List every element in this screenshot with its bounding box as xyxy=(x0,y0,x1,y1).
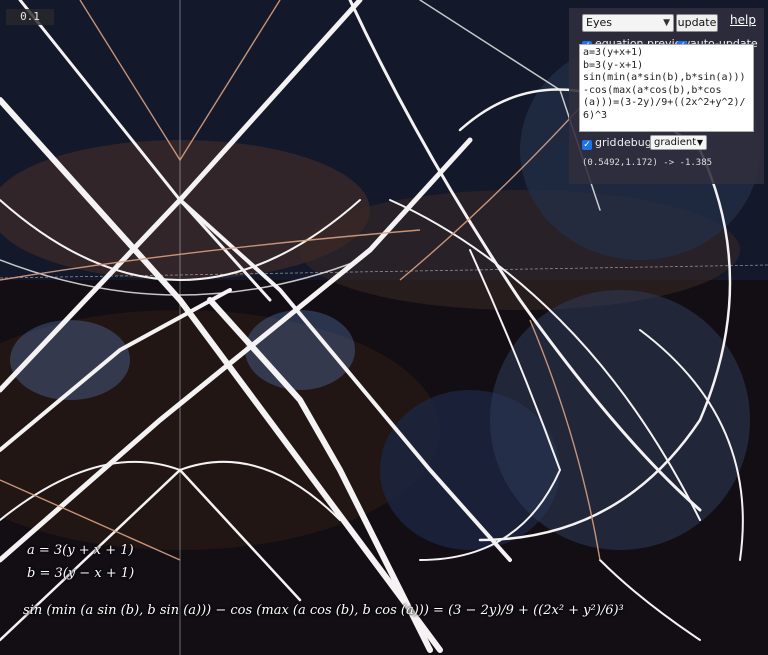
debug-label: debug xyxy=(617,136,652,149)
formula-line-b: b = 3(y − x + 1) xyxy=(27,566,135,581)
control-toolbar: Eyes ▼ update help xyxy=(582,13,762,32)
equation-editor[interactable]: a=3(y+x+1) b=3(y-x+1) sin(min(a*sin(b),b… xyxy=(579,44,754,132)
formula-line-a: a = 3(y + x + 1) xyxy=(27,543,134,558)
help-link[interactable]: help xyxy=(730,13,756,27)
formula-main: sin (min (a sin (b), b sin (a))) − cos (… xyxy=(23,603,624,618)
preset-select-value: Eyes xyxy=(586,16,612,29)
update-button[interactable]: update xyxy=(676,14,718,32)
checkbox-icon[interactable]: ✓ xyxy=(582,140,592,150)
grid-label: grid xyxy=(595,136,617,149)
render-mode-select[interactable]: gradient ▼ xyxy=(650,135,707,150)
coordinate-readout: (0.5492,1.172) -> -1.385 xyxy=(582,158,713,168)
display-options: ✓ grid debug gradient ▼ xyxy=(582,135,762,152)
control-panel: Eyes ▼ update help ✓equation preview ✓au… xyxy=(569,8,764,184)
chevron-down-icon: ▼ xyxy=(696,138,703,147)
chevron-down-icon: ▼ xyxy=(663,18,670,28)
scale-indicator: 0.1 xyxy=(6,9,54,25)
grid-toggle[interactable]: ✓ grid xyxy=(582,136,617,150)
render-mode-value: gradient xyxy=(654,137,697,148)
preset-select[interactable]: Eyes ▼ xyxy=(582,14,674,32)
